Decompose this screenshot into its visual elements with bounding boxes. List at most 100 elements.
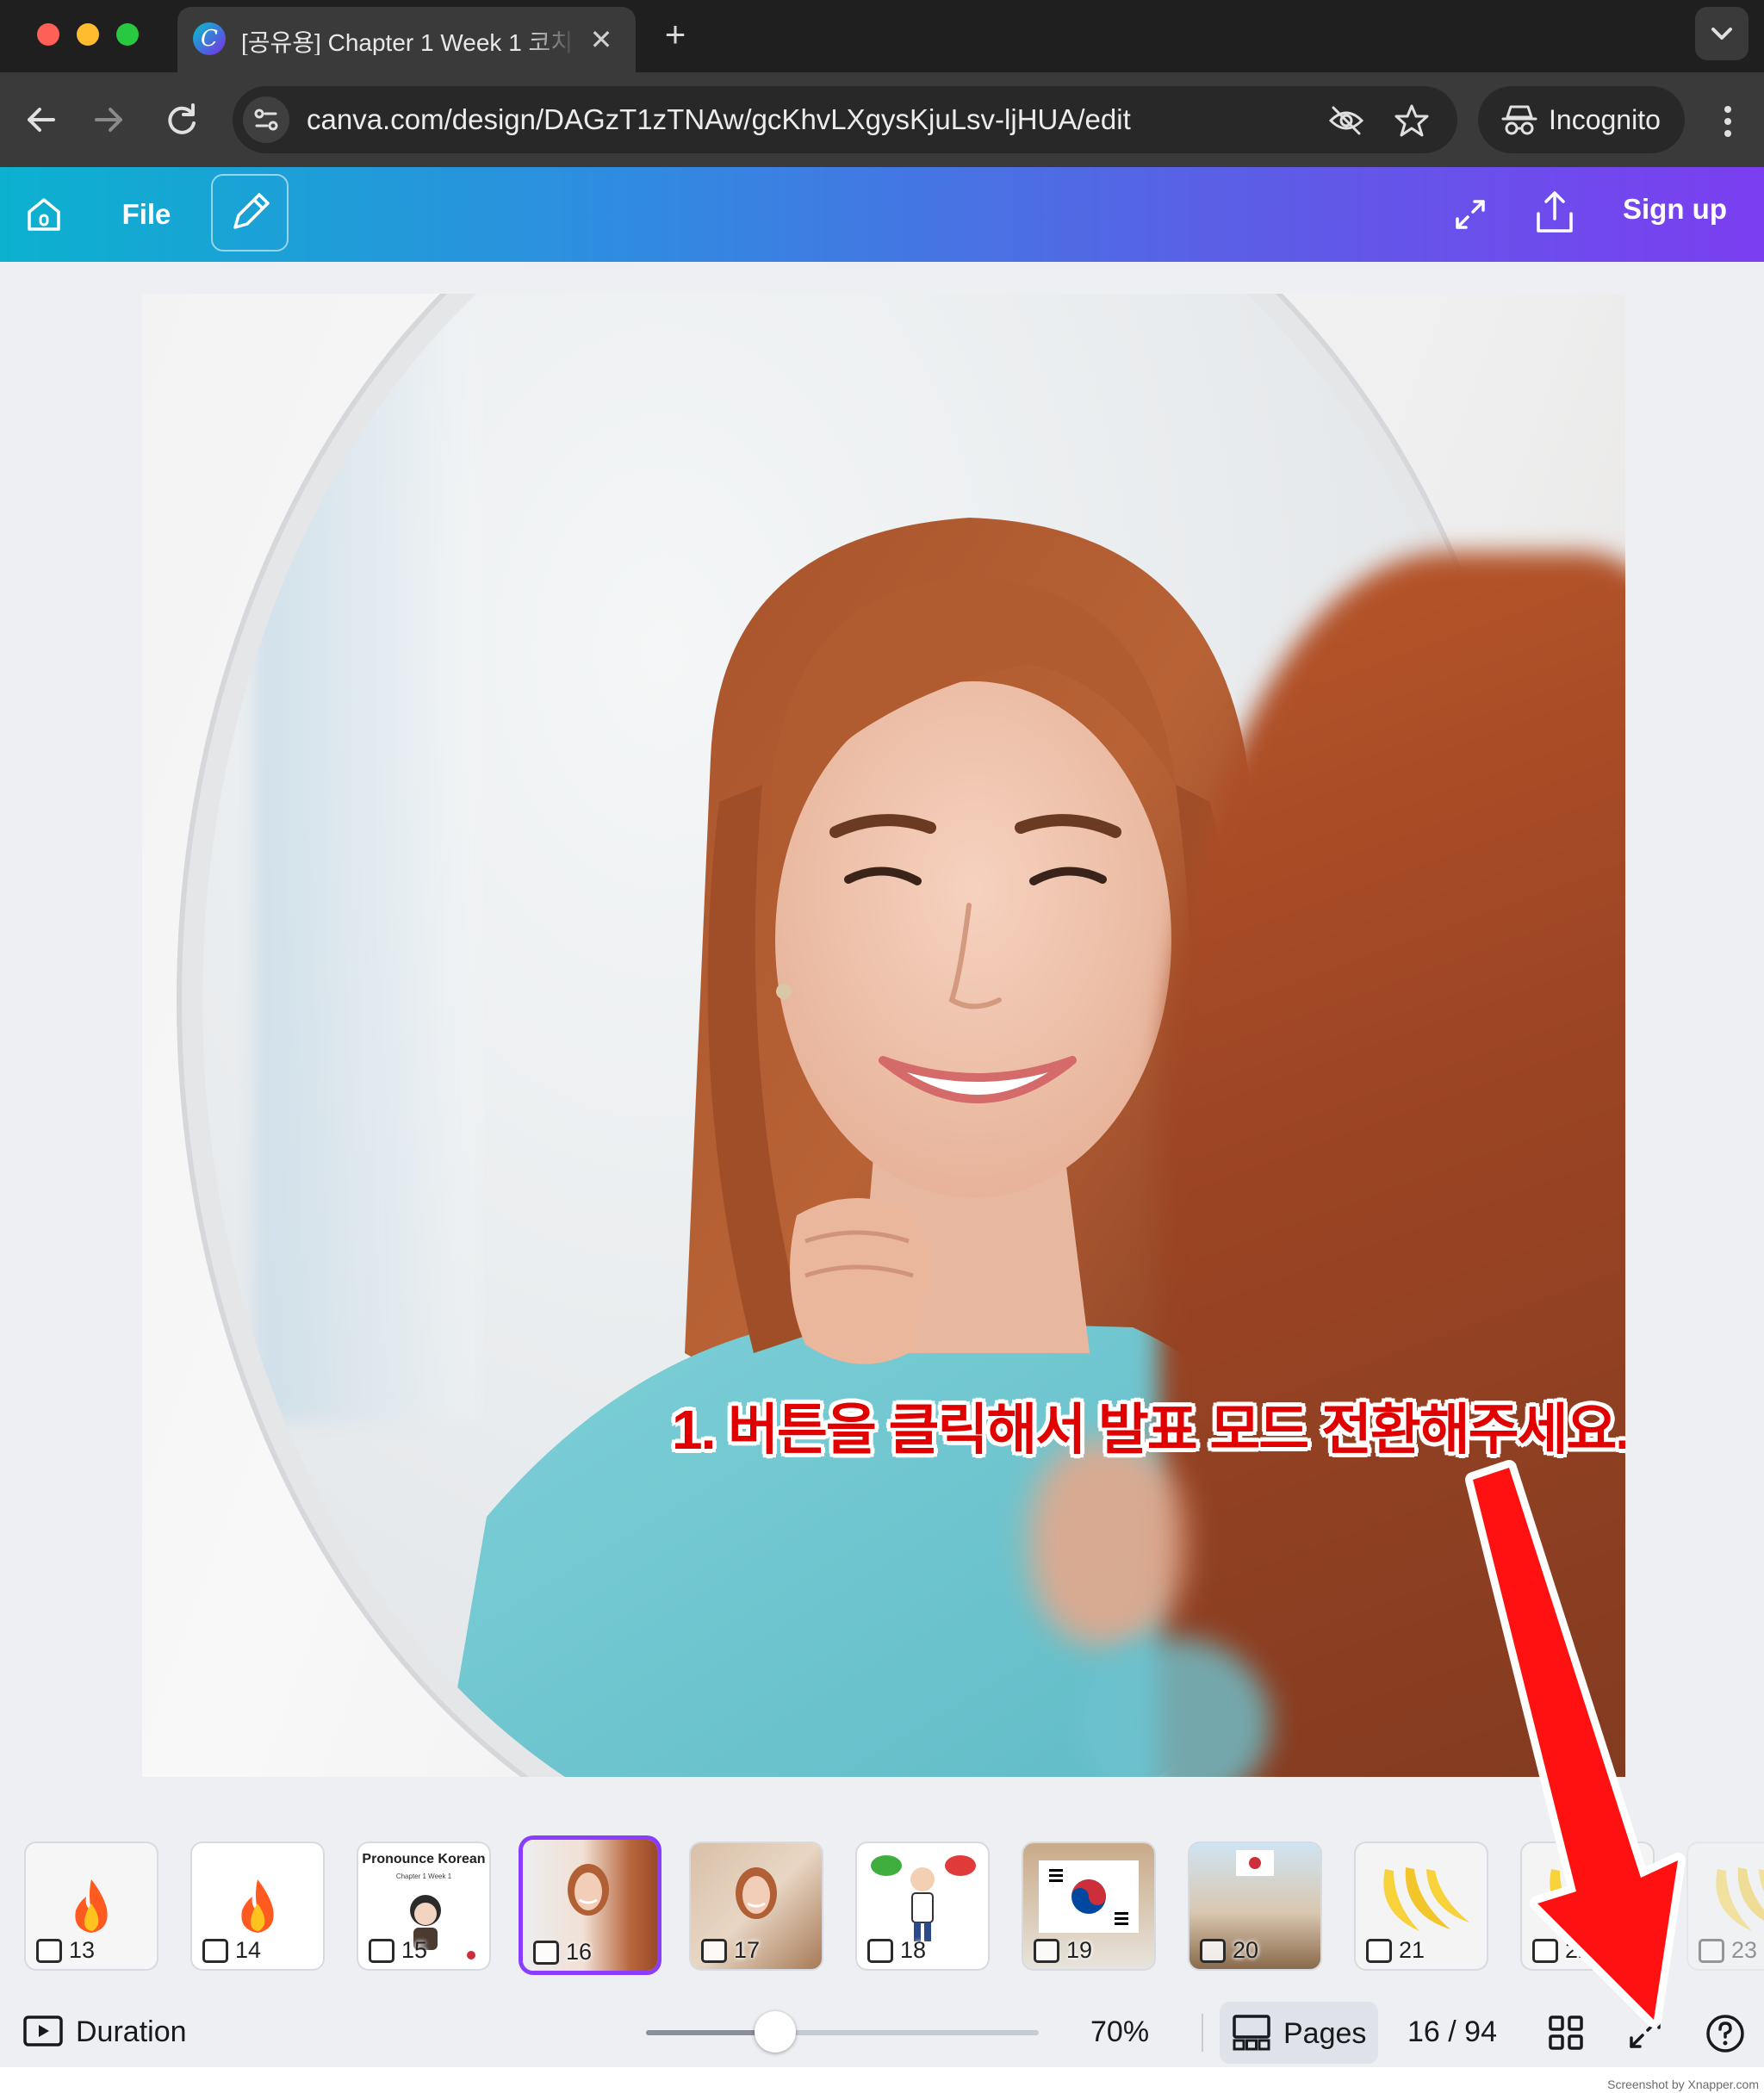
woman-photo-icon [568,1864,609,1916]
pages-layout-icon [1233,2015,1270,2051]
transition-icon [202,1938,228,1963]
incognito-icon [1501,105,1537,135]
canva-favicon-icon: C [193,22,226,55]
zoom-slider-handle[interactable] [755,2011,797,2053]
upload-icon [1537,191,1573,233]
minimize-window-button[interactable] [77,23,99,46]
url-text[interactable]: canva.com/design/DAGzT1zTNAw/gcKhvLXgysK… [307,103,1131,136]
zoom-percentage[interactable]: 70% [1090,2015,1149,2049]
chevron-down-icon [1711,28,1732,40]
thumbnail-page-number: 23 [1699,1937,1757,1964]
back-button[interactable] [17,96,64,143]
maximize-window-button[interactable] [116,23,139,46]
animation-icon [1366,1938,1392,1963]
page-thumbnail[interactable]: Pronounce Korean Chapter 1 Week 1 15 [358,1843,489,1969]
animation-icon [1200,1938,1226,1963]
expand-icon [1456,200,1485,229]
woman-photo-icon [736,1867,777,1919]
new-tab-button[interactable]: + [656,16,694,53]
duration-button[interactable]: Duration [76,2015,187,2049]
page-thumbnail[interactable]: 16 [523,1840,657,1971]
edit-button[interactable] [211,174,289,252]
thumbnail-number-label: 13 [69,1937,96,1963]
arrow-right-icon [95,108,122,132]
home-icon [28,198,60,231]
yes-no-illustration-icon [871,1855,976,1941]
address-bar[interactable]: canva.com/design/DAGzT1zTNAw/gcKhvLXgysK… [233,86,1457,153]
page-thumbnail[interactable]: 17 [691,1843,822,1969]
incognito-label: Incognito [1549,104,1661,135]
thumbnail-page-number: 21 [1366,1937,1425,1964]
red-arrow-annotation [1465,1460,1686,2028]
tab-close-icon[interactable]: ✕ [584,22,618,57]
home-button[interactable] [22,193,65,236]
slide-canvas[interactable]: 1. 버튼을 클릭해서 발표 모드 전환해주세요. [142,294,1625,1777]
reload-button[interactable] [158,96,205,143]
thumbnail-page-number: 13 [36,1937,95,1964]
pages-button[interactable]: Pages [1220,2002,1378,2064]
fire-icon [75,1879,108,1933]
bottom-bar-divider [1202,2014,1203,2052]
pencil-icon [233,193,270,229]
zoom-slider[interactable] [646,2030,1039,2035]
transition-icon [369,1938,394,1963]
share-button[interactable] [1531,188,1578,238]
screenshot-credit: Screenshot by Xnapper.com [1607,2077,1759,2091]
help-icon[interactable] [1705,2014,1745,2053]
tune-icon [254,109,278,131]
site-info-button[interactable] [243,96,289,143]
incognito-indicator[interactable]: Incognito [1478,86,1685,153]
sign-up-button[interactable]: Sign up [1623,193,1727,226]
page-thumbnail[interactable]: 13 [26,1843,157,1969]
animation-icon [1699,1938,1724,1963]
thumbnail-number-label: 17 [734,1937,761,1963]
korea-flag-icon [1039,1860,1139,1933]
transition-icon [36,1938,62,1963]
bookmark-star-icon[interactable] [1394,102,1430,139]
fire-icon [241,1879,274,1933]
thumbnail-number-label: 23 [1731,1937,1758,1963]
thumbnail-page-number: 20 [1200,1937,1258,1964]
thumbnail-page-number: 16 [533,1939,592,1966]
file-menu-button[interactable]: File [105,193,188,236]
thumbnail-number-label: 14 [235,1937,262,1963]
browser-tab-bar: C [공유용] Chapter 1 Week 1 코치 ✕ + [0,0,1764,72]
thumbnail-title: Pronounce Korean [362,1852,486,1866]
thumbnail-page-number: 18 [867,1937,926,1964]
thumbnail-number-label: 19 [1066,1937,1093,1963]
page-thumbnail[interactable]: 18 [857,1843,988,1969]
thumbnail-subtitle: Chapter 1 Week 1 [395,1873,452,1880]
animation-icon [867,1938,893,1963]
pages-label: Pages [1283,2017,1367,2050]
editor-header: File Sign up [0,167,1764,262]
korea-flag-icon [460,1947,482,1964]
fullscreen-button[interactable] [1447,191,1494,238]
tab-search-button[interactable] [1695,7,1748,60]
slide-caption[interactable]: 1. 버튼을 클릭해서 발표 모드 전환해주세요. [672,1386,1625,1465]
page-thumbnail[interactable]: 23 [1688,1843,1764,1969]
play-video-icon[interactable] [22,2014,64,2048]
browser-toolbar: canva.com/design/DAGzT1zTNAw/gcKhvLXgysK… [0,72,1764,167]
thumbnail-number-label: 20 [1233,1937,1259,1963]
thumbnail-number-label: 15 [401,1937,428,1963]
animation-icon [533,1940,559,1965]
arrow-left-icon [28,108,55,132]
browser-menu-button[interactable] [1711,98,1745,145]
thumbnail-number-label: 21 [1399,1937,1425,1963]
eye-off-icon[interactable] [1328,102,1364,139]
page-thumbnail[interactable]: 19 [1023,1843,1154,1969]
browser-tab-active[interactable]: C [공유용] Chapter 1 Week 1 코치 ✕ [177,7,636,72]
close-window-button[interactable] [37,23,59,46]
thumbnail-number-label: 18 [900,1937,927,1963]
thumbnail-page-number: 14 [202,1937,261,1964]
thumbnail-page-number: 19 [1034,1937,1092,1964]
korea-flag-icon [1236,1850,1274,1876]
foreground-fist-blur [1029,1439,1184,1646]
thumbnail-page-number: 17 [701,1937,760,1964]
thumbnail-number-label: 16 [566,1939,593,1965]
page-thumbnail[interactable]: 20 [1189,1843,1320,1969]
page-thumbnail[interactable]: 14 [192,1843,323,1969]
forward-button[interactable] [86,96,133,143]
thumbnail-page-number: 15 [369,1937,427,1964]
animation-icon [701,1938,727,1963]
